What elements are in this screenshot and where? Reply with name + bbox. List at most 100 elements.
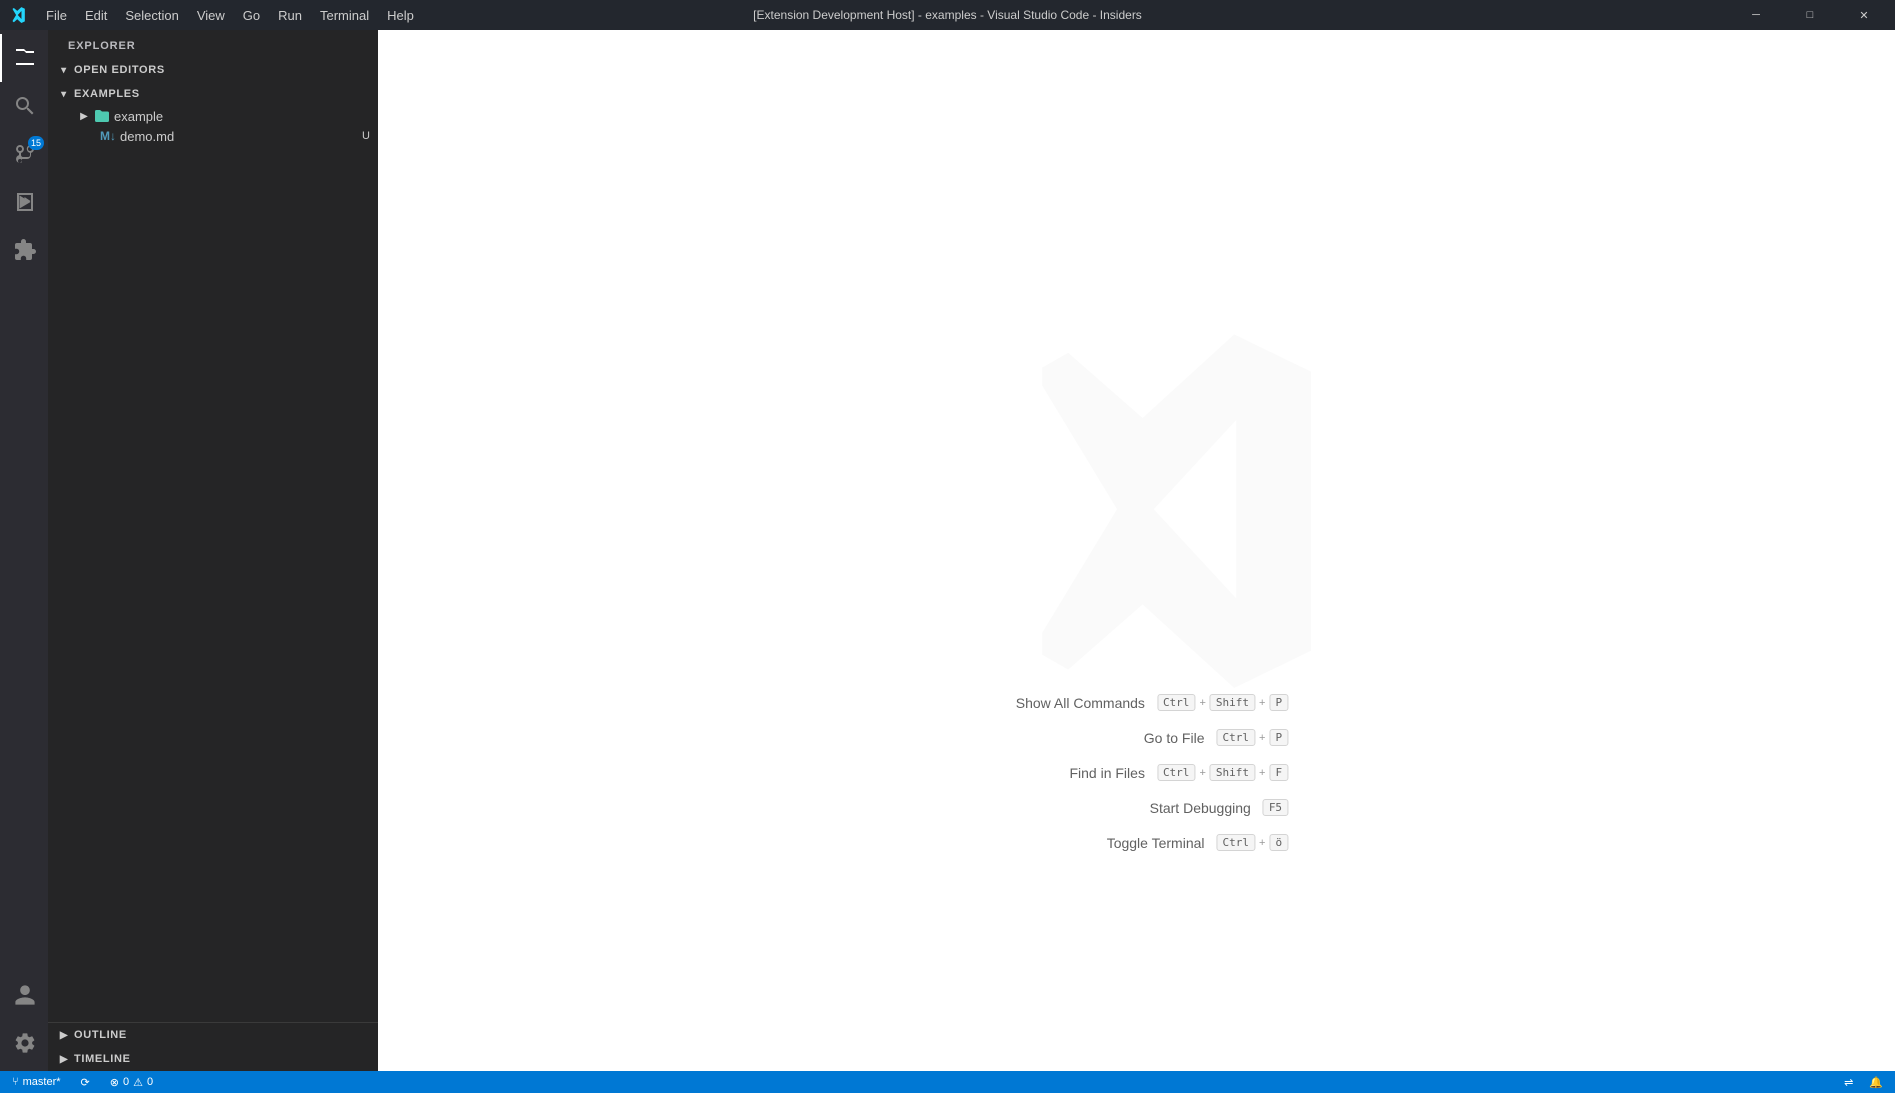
outline-label: Outline [74, 1029, 127, 1041]
warning-icon: ⚠ [133, 1076, 143, 1089]
error-count: 0 [123, 1076, 129, 1088]
key-separator: + [1259, 732, 1265, 744]
command-row: Start Debugging F5 [985, 799, 1288, 816]
key-separator: + [1199, 767, 1205, 779]
menu-go[interactable]: Go [235, 6, 268, 25]
command-keys: Ctrl+Shift+F [1157, 764, 1288, 781]
menu-file[interactable]: File [38, 6, 75, 25]
markdown-icon: M↓ [100, 128, 116, 144]
window-title: [Extension Development Host] - examples … [753, 8, 1142, 22]
menu-view[interactable]: View [189, 6, 233, 25]
command-label[interactable]: Toggle Terminal [1045, 835, 1205, 851]
errors-status[interactable]: ⊗ 0 ⚠ 0 [106, 1071, 157, 1093]
editor-area: Show All CommandsCtrl+Shift+PGo to FileC… [378, 30, 1895, 1071]
outline-section[interactable]: ▶ Outline [48, 1023, 378, 1047]
activity-search[interactable] [0, 82, 48, 130]
command-keys: Ctrl+ ö [1217, 834, 1289, 851]
git-branch-icon: ⑂ [12, 1076, 19, 1088]
command-row: Toggle Terminal Ctrl+ ö [985, 834, 1288, 851]
sidebar-footer: ▶ Outline ▶ Timeline [48, 1022, 378, 1071]
demo-md-item[interactable]: M↓ demo.md U [48, 126, 378, 146]
command-keys: Ctrl+Shift+P [1157, 694, 1288, 711]
key-separator: + [1259, 767, 1265, 779]
outline-chevron: ▶ [56, 1027, 72, 1043]
menu-bar: File Edit Selection View Go Run Terminal… [38, 6, 422, 25]
titlebar: File Edit Selection View Go Run Terminal… [0, 0, 1895, 30]
key-badge: P [1269, 729, 1288, 746]
timeline-section[interactable]: ▶ Timeline [48, 1047, 378, 1071]
titlebar-left: File Edit Selection View Go Run Terminal… [8, 6, 422, 25]
maximize-button[interactable]: □ [1787, 0, 1833, 30]
remote-status[interactable]: ⇌ [1840, 1071, 1857, 1093]
activity-bar: 15 [0, 30, 48, 1071]
folder-icon [94, 108, 110, 124]
example-folder-label: example [114, 109, 370, 124]
menu-edit[interactable]: Edit [77, 6, 115, 25]
main-layout: 15 [0, 30, 1895, 1071]
menu-selection[interactable]: Selection [117, 6, 186, 25]
key-badge: Ctrl [1217, 834, 1256, 851]
demo-md-badge: U [362, 130, 370, 142]
command-keys: F5 [1263, 799, 1288, 816]
statusbar-right: ⇌ 🔔 [1840, 1071, 1887, 1093]
examples-label: Examples [74, 88, 140, 100]
example-folder-chevron: ▶ [76, 108, 92, 124]
activity-extensions[interactable] [0, 226, 48, 274]
welcome-commands: Show All CommandsCtrl+Shift+PGo to FileC… [985, 694, 1288, 851]
sync-icon: ⟳ [81, 1076, 90, 1089]
key-badge: Ctrl [1157, 694, 1196, 711]
window-controls: ─ □ ✕ [1733, 0, 1887, 30]
menu-terminal[interactable]: Terminal [312, 6, 377, 25]
command-label[interactable]: Show All Commands [985, 695, 1145, 711]
key-badge: P [1269, 694, 1288, 711]
key-badge: Shift [1210, 764, 1255, 781]
key-separator: + [1199, 697, 1205, 709]
vscode-logo-icon [8, 6, 26, 24]
activity-source-control[interactable]: 15 [0, 130, 48, 178]
sidebar-content: ▾ Open Editors ▾ Examples ▶ example [48, 58, 378, 1022]
open-editors-chevron: ▾ [56, 62, 72, 78]
sidebar-title: Explorer [48, 30, 378, 58]
key-badge: Ctrl [1217, 729, 1256, 746]
statusbar-left: ⑂ master* ⟳ ⊗ 0 ⚠ 0 [8, 1071, 157, 1093]
sidebar: Explorer ▾ Open Editors ▾ Examples ▶ e [48, 30, 378, 1071]
example-folder-item[interactable]: ▶ example [48, 106, 378, 126]
branch-name: master* [23, 1076, 61, 1088]
key-badge: Ctrl [1157, 764, 1196, 781]
key-separator: + [1259, 837, 1265, 849]
examples-chevron: ▾ [56, 86, 72, 102]
command-label[interactable]: Start Debugging [1091, 800, 1251, 816]
key-separator: + [1259, 697, 1265, 709]
open-editors-label: Open Editors [74, 64, 165, 76]
menu-run[interactable]: Run [270, 6, 310, 25]
run-icon [13, 190, 37, 214]
activity-run[interactable] [0, 178, 48, 226]
extensions-icon [13, 238, 37, 262]
command-label[interactable]: Find in Files [985, 765, 1145, 781]
close-button[interactable]: ✕ [1841, 0, 1887, 30]
error-icon: ⊗ [110, 1076, 119, 1089]
sync-status[interactable]: ⟳ [77, 1071, 94, 1093]
minimize-button[interactable]: ─ [1733, 0, 1779, 30]
key-badge: F [1269, 764, 1288, 781]
statusbar: ⑂ master* ⟳ ⊗ 0 ⚠ 0 ⇌ 🔔 [0, 1071, 1895, 1093]
key-badge: ö [1269, 834, 1288, 851]
timeline-chevron: ▶ [56, 1051, 72, 1067]
demo-md-label: demo.md [120, 129, 362, 144]
warning-count: 0 [147, 1076, 153, 1088]
menu-help[interactable]: Help [379, 6, 422, 25]
account-icon [13, 983, 37, 1007]
remote-icon: ⇌ [1844, 1076, 1853, 1089]
command-row: Go to File Ctrl+ P [985, 729, 1288, 746]
activity-settings[interactable] [0, 1019, 48, 1067]
activity-bar-bottom [0, 971, 48, 1071]
command-label[interactable]: Go to File [1045, 730, 1205, 746]
activity-explorer[interactable] [0, 34, 48, 82]
open-editors-section[interactable]: ▾ Open Editors [48, 58, 378, 82]
notification-bell[interactable]: 🔔 [1865, 1071, 1887, 1093]
branch-status[interactable]: ⑂ master* [8, 1071, 65, 1093]
gear-icon [13, 1031, 37, 1055]
key-badge: Shift [1210, 694, 1255, 711]
activity-account[interactable] [0, 971, 48, 1019]
examples-section[interactable]: ▾ Examples [48, 82, 378, 106]
